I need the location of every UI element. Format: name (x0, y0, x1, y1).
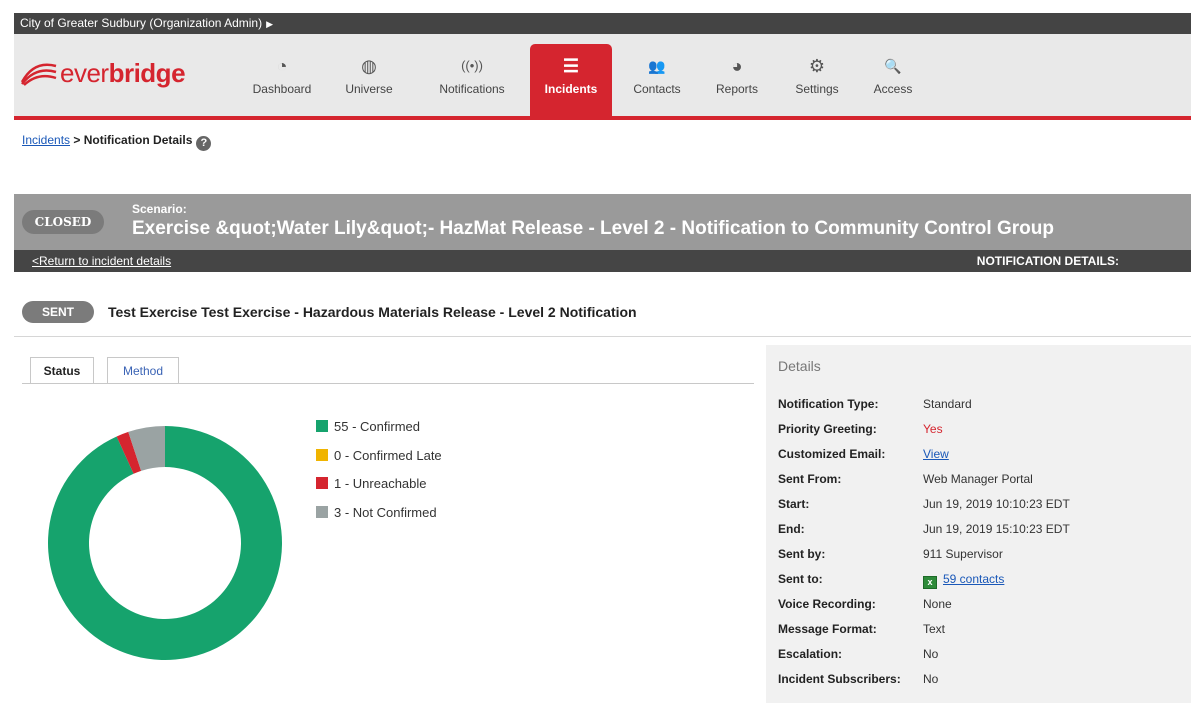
legend-item-confirmed: 55 - Confirmed (316, 418, 442, 447)
list-icon: ☰ (562, 56, 580, 76)
globe-icon: ◍ (361, 56, 377, 76)
legend-label: 55 - Confirmed (334, 419, 420, 434)
nav-reports-label: Reports (715, 82, 759, 96)
broadcast-icon: ((•)) (461, 58, 483, 73)
detail-value: Jun 19, 2019 15:10:23 EDT (923, 522, 1070, 536)
nav-settings[interactable]: ⚙ Settings (784, 54, 850, 114)
everbridge-logo[interactable]: everbridge (20, 54, 196, 94)
status-donut-chart (48, 426, 282, 660)
nav-dashboard-label: Dashboard (252, 82, 312, 96)
tab-method[interactable]: Method (107, 357, 179, 384)
detail-value: Jun 19, 2019 10:10:23 EDT (923, 497, 1070, 511)
detail-value: Standard (923, 397, 972, 411)
detail-key: Customized Email: (778, 447, 886, 461)
legend-swatch (316, 420, 328, 432)
divider (14, 336, 1191, 337)
dashboard-icon: ◔ (276, 56, 288, 76)
logo-text-ever: ever (60, 58, 109, 88)
nav-access-label: Access (873, 82, 913, 96)
detail-value: Web Manager Portal (923, 472, 1033, 486)
scenario-title: Exercise &quot;Water Lily&quot;- HazMat … (132, 218, 1054, 239)
nav-notifications-label: Notifications (439, 82, 505, 96)
nav-universe[interactable]: ◍ Universe (336, 54, 402, 114)
details-panel: Details Notification Type: Standard Prior… (766, 345, 1191, 703)
nav-incidents[interactable]: ☰ Incidents (530, 44, 612, 120)
tab-divider (22, 383, 754, 384)
legend-item-confirmed-late: 0 - Confirmed Late (316, 447, 442, 476)
notification-subheader: <Return to incident details NOTIFICATION… (14, 250, 1191, 272)
nav-universe-label: Universe (345, 82, 393, 96)
people-icon: 👥 (648, 58, 666, 74)
organization-label: City of Greater Sudbury (Organization Ad… (20, 16, 263, 30)
legend-label: 0 - Confirmed Late (334, 447, 442, 463)
chevron-right-icon: ▶ (266, 19, 274, 29)
legend-swatch (316, 448, 328, 461)
chart-legend: 55 - Confirmed 0 - Confirmed Late 1 - Un… (316, 418, 442, 532)
logo-mark-icon (20, 63, 57, 86)
detail-key: Start: (778, 497, 810, 511)
tab-status[interactable]: Status (30, 357, 94, 384)
nav-notifications[interactable]: ((•)) Notifications (424, 54, 520, 114)
organization-selector[interactable]: City of Greater Sudbury (Organization Ad… (14, 13, 1191, 34)
return-to-incident-link[interactable]: <Return to incident details (32, 250, 171, 272)
key-icon: 🔍 (884, 58, 902, 74)
legend-swatch (316, 505, 328, 518)
detail-value: Yes (923, 422, 943, 436)
notification-details-heading: NOTIFICATION DETAILS: (976, 254, 1119, 268)
detail-value: 911 Supervisor (923, 547, 1003, 561)
nav-dashboard[interactable]: ◔ Dashboard (242, 54, 322, 114)
detail-key: Sent to: (778, 572, 823, 586)
gear-icon: ⚙ (808, 56, 826, 76)
detail-value: No (923, 647, 939, 661)
logo-text-bridge: bridge (108, 58, 186, 88)
legend-label: 1 - Unreachable (334, 476, 427, 491)
view-email-link[interactable]: View (923, 445, 949, 463)
breadcrumb-incidents-link[interactable]: Incidents (22, 133, 70, 147)
scenario-label: Scenario: (132, 202, 187, 216)
notification-status-badge: SENT (22, 301, 94, 323)
breadcrumb-separator: > (70, 133, 84, 147)
nav-contacts-label: Contacts (633, 82, 681, 96)
detail-key: Sent From: (778, 472, 842, 486)
detail-key: Escalation: (778, 647, 843, 661)
detail-value: No (923, 672, 939, 686)
detail-key: End: (778, 522, 805, 536)
breadcrumb: Incidents > Notification Details? (22, 133, 212, 151)
pie-chart-icon: ◕ (731, 56, 743, 76)
detail-key: Notification Type: (778, 397, 879, 411)
page-title: Notification Details (83, 133, 193, 147)
detail-key: Voice Recording: (778, 597, 876, 611)
legend-item-unreachable: 1 - Unreachable (316, 475, 442, 504)
sent-to-contacts-link[interactable]: 59 contacts (943, 572, 1004, 586)
detail-key: Sent by: (778, 547, 826, 561)
detail-value: None (923, 597, 952, 611)
main-navigation: everbridge ◔ Dashboard ◍ Universe ((•)) … (14, 34, 1191, 120)
notification-title: Test Exercise Test Exercise - Hazardous … (108, 304, 637, 320)
legend-swatch (316, 477, 328, 489)
nav-incidents-label: Incidents (544, 82, 598, 96)
detail-key: Incident Subscribers: (778, 672, 901, 686)
scenario-banner: CLOSED Scenario: Exercise &quot;Water Li… (14, 194, 1191, 250)
legend-item-not-confirmed: 3 - Not Confirmed (316, 504, 442, 533)
detail-key: Message Format: (778, 622, 877, 636)
nav-access[interactable]: 🔍 Access (862, 54, 924, 114)
detail-key: Priority Greeting: (778, 422, 877, 436)
incident-status-badge: CLOSED (22, 210, 104, 234)
help-icon[interactable]: ? (196, 136, 212, 151)
nav-contacts[interactable]: 👥 Contacts (620, 54, 694, 114)
details-heading: Details (778, 358, 821, 374)
nav-reports[interactable]: ◕ Reports (704, 54, 770, 114)
nav-settings-label: Settings (795, 82, 839, 96)
spreadsheet-icon: x (923, 576, 937, 589)
detail-value: Text (923, 622, 946, 636)
legend-label: 3 - Not Confirmed (334, 504, 437, 520)
